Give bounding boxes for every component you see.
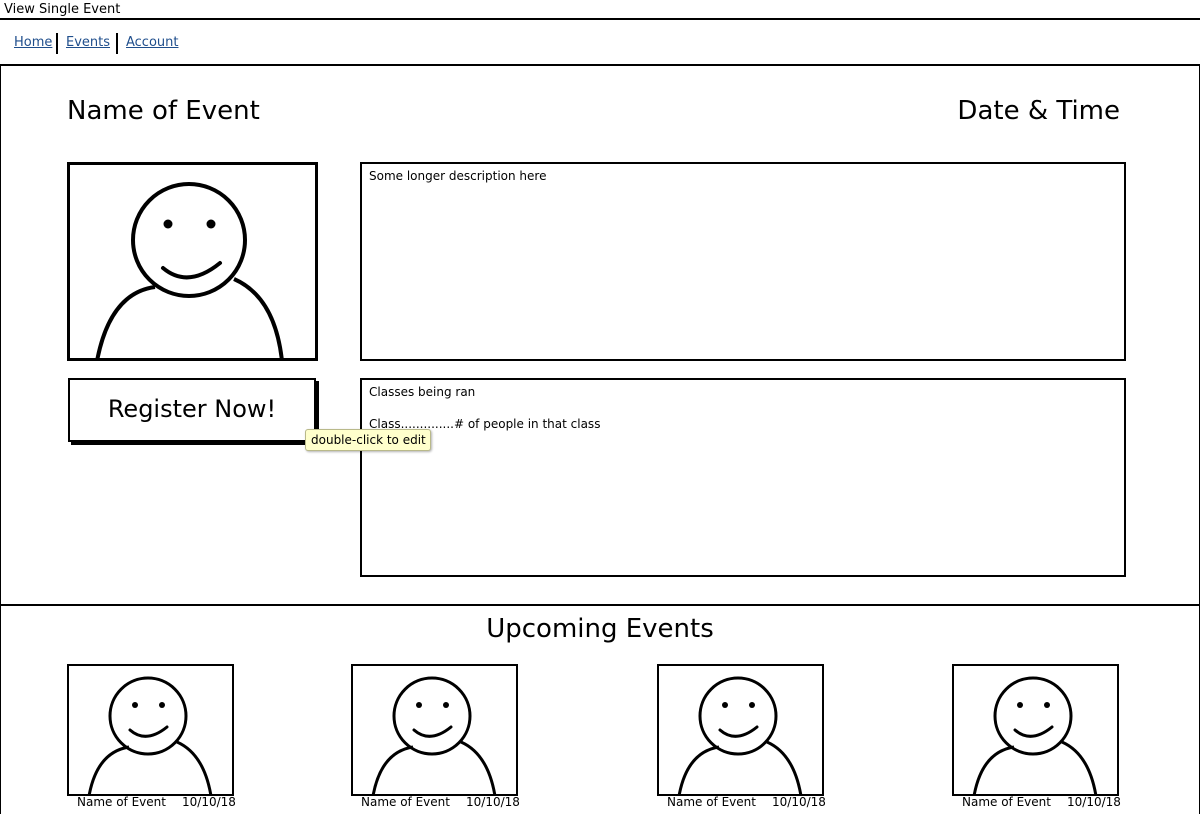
event-name-heading: Name of Event (67, 96, 260, 126)
upcoming-event-image[interactable] (351, 664, 518, 796)
classes-title: Classes being ran (369, 385, 476, 399)
person-placeholder-icon (95, 182, 284, 358)
window-title: View Single Event (0, 0, 1200, 20)
upcoming-event-date: 10/10/18 (772, 795, 826, 809)
upcoming-event-date: 10/10/18 (1067, 795, 1121, 809)
upcoming-event-image[interactable] (952, 664, 1119, 796)
upcoming-events-heading: Upcoming Events (486, 614, 714, 644)
classes-line: Class..............# of people in that c… (369, 417, 601, 431)
event-datetime-heading: Date & Time (957, 96, 1120, 126)
section-divider (0, 604, 1200, 606)
upcoming-event-name: Name of Event (361, 795, 450, 809)
frame-border-left (0, 66, 1, 814)
upcoming-event-date: 10/10/18 (466, 795, 520, 809)
event-image (67, 162, 318, 361)
description-textarea[interactable]: Some longer description here (360, 162, 1126, 361)
nav-link-home[interactable]: Home (14, 35, 52, 50)
nav-bar: Home Events Account (0, 22, 1200, 66)
upcoming-event-name: Name of Event (962, 795, 1051, 809)
person-placeholder-icon (972, 676, 1098, 794)
person-placeholder-icon (677, 676, 803, 794)
classes-textarea[interactable]: Classes being ran Class..............# o… (360, 378, 1126, 577)
upcoming-event-image[interactable] (67, 664, 234, 796)
upcoming-event-image[interactable] (657, 664, 824, 796)
person-placeholder-icon (87, 676, 213, 794)
edit-tooltip: double-click to edit (305, 429, 431, 451)
description-text: Some longer description here (369, 169, 547, 183)
upcoming-event-name: Name of Event (77, 795, 166, 809)
nav-separator (56, 33, 58, 54)
person-placeholder-icon (371, 676, 497, 794)
upcoming-event-name: Name of Event (667, 795, 756, 809)
upcoming-event-date: 10/10/18 (182, 795, 236, 809)
nav-link-events[interactable]: Events (66, 35, 110, 50)
register-now-button[interactable]: Register Now! (68, 378, 316, 442)
nav-link-account[interactable]: Account (126, 35, 179, 50)
nav-separator (116, 33, 118, 54)
